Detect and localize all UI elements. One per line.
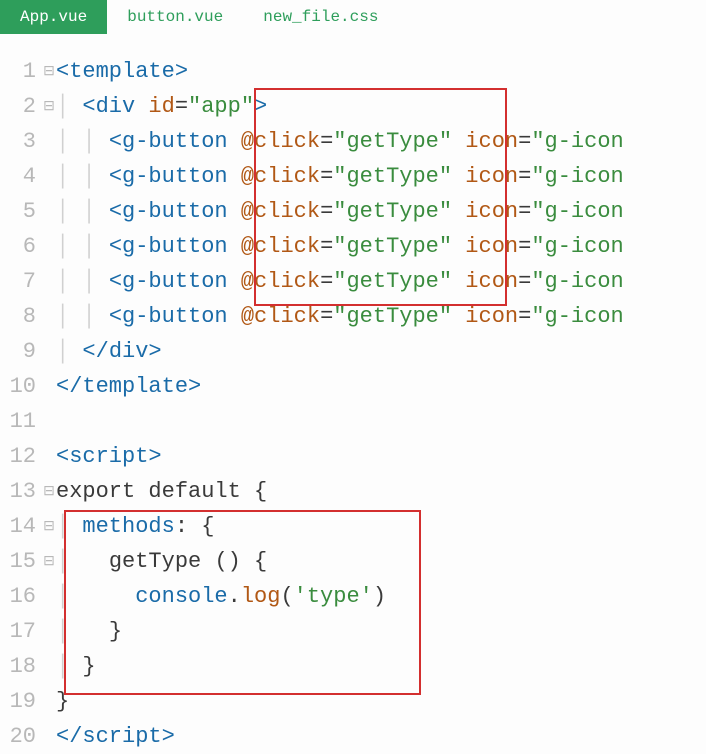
line-number: 14 [0, 514, 42, 539]
code-line[interactable]: 19 } [0, 684, 706, 719]
line-number: 6 [0, 234, 42, 259]
code-content: <template> [56, 59, 706, 84]
code-content: │ │ <g-button @click="getType" icon="g-i… [56, 269, 706, 294]
code-line[interactable]: 8 │ │ <g-button @click="getType" icon="g… [0, 299, 706, 334]
code-content: │ </div> [56, 339, 706, 364]
line-number: 3 [0, 129, 42, 154]
line-number: 17 [0, 619, 42, 644]
code-line[interactable]: 6 │ │ <g-button @click="getType" icon="g… [0, 229, 706, 264]
code-editor[interactable]: 1 ⊟ <template> 2 ⊟ │ <div id="app"> 3 │ … [0, 34, 706, 754]
code-line[interactable]: 17 │ } [0, 614, 706, 649]
line-number: 5 [0, 199, 42, 224]
code-line[interactable]: 9 │ </div> [0, 334, 706, 369]
line-number: 12 [0, 444, 42, 469]
code-content: │ } [56, 619, 706, 644]
code-line[interactable]: 7 │ │ <g-button @click="getType" icon="g… [0, 264, 706, 299]
code-line[interactable]: 16 │ console.log('type') [0, 579, 706, 614]
code-content: │ } [56, 654, 706, 679]
code-line[interactable]: 14 ⊟ │ methods: { [0, 509, 706, 544]
tab-bar: App.vue button.vue new_file.css [0, 0, 706, 34]
code-line[interactable]: 18 │ } [0, 649, 706, 684]
code-content: │ │ <g-button @click="getType" icon="g-i… [56, 129, 706, 154]
code-content: │ methods: { [56, 514, 706, 539]
tab-new-file-css[interactable]: new_file.css [243, 0, 398, 34]
code-content: │ │ <g-button @click="getType" icon="g-i… [56, 304, 706, 329]
line-number: 15 [0, 549, 42, 574]
code-line[interactable]: 13 ⊟ export default { [0, 474, 706, 509]
line-number: 20 [0, 724, 42, 749]
code-line[interactable]: 11 [0, 404, 706, 439]
code-content: │ │ <g-button @click="getType" icon="g-i… [56, 199, 706, 224]
line-number: 19 [0, 689, 42, 714]
line-number: 16 [0, 584, 42, 609]
code-line[interactable]: 20 </script> [0, 719, 706, 754]
line-number: 1 [0, 59, 42, 84]
tab-button-vue[interactable]: button.vue [107, 0, 243, 34]
fold-marker[interactable]: ⊟ [42, 483, 56, 500]
code-content: </script> [56, 724, 706, 749]
line-number: 18 [0, 654, 42, 679]
code-content: │ <div id="app"> [56, 94, 706, 119]
line-number: 11 [0, 409, 42, 434]
code-content: } [56, 689, 706, 714]
code-content: │ console.log('type') [56, 584, 706, 609]
fold-marker[interactable]: ⊟ [42, 553, 56, 570]
line-number: 8 [0, 304, 42, 329]
code-line[interactable]: 10 </template> [0, 369, 706, 404]
line-number: 13 [0, 479, 42, 504]
tab-app-vue[interactable]: App.vue [0, 0, 107, 34]
code-line[interactable]: 3 │ │ <g-button @click="getType" icon="g… [0, 124, 706, 159]
code-content: │ │ <g-button @click="getType" icon="g-i… [56, 164, 706, 189]
fold-marker[interactable]: ⊟ [42, 98, 56, 115]
line-number: 7 [0, 269, 42, 294]
line-number: 4 [0, 164, 42, 189]
code-line[interactable]: 5 │ │ <g-button @click="getType" icon="g… [0, 194, 706, 229]
line-number: 10 [0, 374, 42, 399]
code-line[interactable]: 12 <script> [0, 439, 706, 474]
code-line[interactable]: 2 ⊟ │ <div id="app"> [0, 89, 706, 124]
code-content: │ getType () { [56, 549, 706, 574]
code-content: <script> [56, 444, 706, 469]
code-content: │ │ <g-button @click="getType" icon="g-i… [56, 234, 706, 259]
code-line[interactable]: 15 ⊟ │ getType () { [0, 544, 706, 579]
line-number: 2 [0, 94, 42, 119]
fold-marker[interactable]: ⊟ [42, 518, 56, 535]
code-content: </template> [56, 374, 706, 399]
fold-marker[interactable]: ⊟ [42, 63, 56, 80]
code-line[interactable]: 4 │ │ <g-button @click="getType" icon="g… [0, 159, 706, 194]
line-number: 9 [0, 339, 42, 364]
code-content: export default { [56, 479, 706, 504]
code-line[interactable]: 1 ⊟ <template> [0, 54, 706, 89]
